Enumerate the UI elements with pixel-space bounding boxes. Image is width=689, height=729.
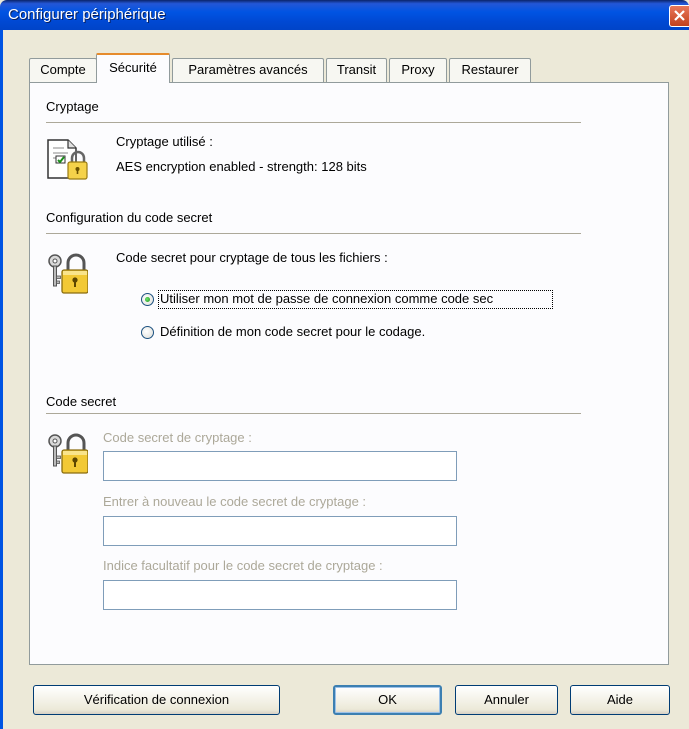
tab-restaurer[interactable]: Restaurer — [449, 58, 531, 82]
tab-compte[interactable]: Compte — [29, 58, 97, 82]
tab-transit[interactable]: Transit — [326, 58, 387, 82]
title-bar[interactable]: Configurer périphérique — [0, 0, 689, 30]
cancel-button[interactable]: Annuler — [455, 685, 558, 715]
tab-parametres-avances[interactable]: Paramètres avancés — [172, 58, 324, 82]
close-button[interactable] — [669, 5, 689, 27]
verify-connection-button[interactable]: Vérification de connexion — [33, 685, 280, 715]
close-icon — [674, 10, 685, 21]
window-title: Configurer périphérique — [8, 6, 166, 23]
help-button[interactable]: Aide — [570, 685, 670, 715]
ok-button[interactable]: OK — [333, 685, 442, 715]
tab-securite[interactable]: Sécurité — [96, 53, 170, 83]
tab-panel-securite — [29, 82, 669, 665]
tab-proxy[interactable]: Proxy — [389, 58, 447, 82]
